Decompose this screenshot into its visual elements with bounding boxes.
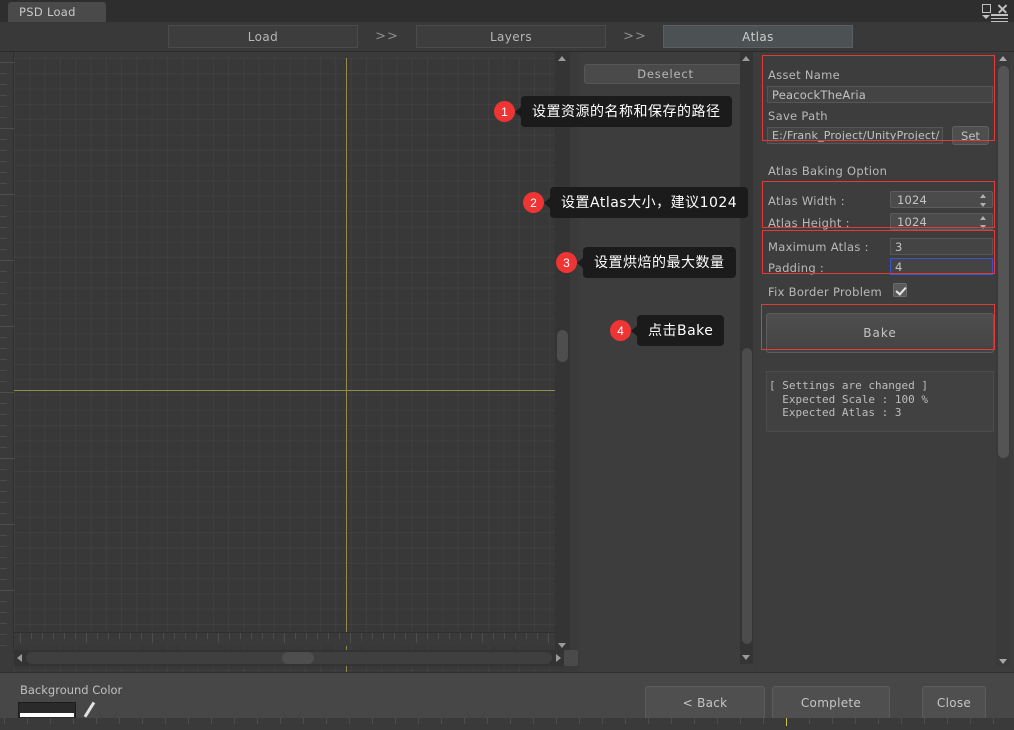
- scroll-up-icon[interactable]: [742, 56, 750, 61]
- scroll-down-icon[interactable]: [742, 655, 750, 660]
- callout-badge-4: 4: [610, 320, 631, 341]
- set-path-button[interactable]: Set: [952, 126, 989, 145]
- maximum-atlas-input[interactable]: 3: [890, 238, 993, 255]
- canvas-vertical-scrollbar[interactable]: [555, 52, 570, 652]
- callout-2: 2 设置Atlas大小，建议1024: [523, 187, 749, 218]
- scroll-up-icon[interactable]: [999, 56, 1007, 61]
- back-button[interactable]: < Back: [645, 686, 765, 719]
- canvas-hscroll-thumb[interactable]: [282, 652, 314, 664]
- fix-border-checkbox[interactable]: [893, 283, 907, 297]
- maximize-icon[interactable]: [982, 4, 991, 13]
- ruler-marker: [0, 78, 6, 87]
- scroll-left-icon[interactable]: [17, 654, 22, 662]
- status-box: [ Settings are changed ] Expected Scale …: [766, 371, 994, 432]
- step-tab-atlas-label: Atlas: [742, 29, 774, 44]
- canvas-grid[interactable]: [14, 58, 564, 706]
- scroll-down-icon[interactable]: [558, 643, 566, 648]
- callout-text-3: 设置烘焙的最大数量: [583, 247, 736, 278]
- background-color-label: Background Color: [20, 683, 123, 697]
- asset-name-input[interactable]: PeacockTheAria: [767, 86, 993, 103]
- atlas-height-stepper[interactable]: 1024: [890, 213, 993, 230]
- window-controls: [982, 3, 1008, 14]
- bottom-toolbar: Background Color < Back Complete Close: [0, 672, 1014, 730]
- close-button-label: Close: [936, 695, 972, 710]
- callout-text-4: 点击Bake: [637, 315, 725, 346]
- deselect-label: Deselect: [637, 67, 694, 81]
- bake-button-label: Bake: [863, 326, 897, 340]
- save-path-input[interactable]: E:/Frank_Project/UnityProject/: [767, 127, 943, 144]
- bake-button[interactable]: Bake: [766, 313, 994, 353]
- fix-border-label: Fix Border Problem: [768, 285, 883, 299]
- close-button[interactable]: Close: [922, 686, 986, 719]
- background-color-swatch[interactable]: [18, 702, 76, 719]
- atlas-width-stepper[interactable]: 1024: [890, 191, 993, 208]
- step-separator-1: >>: [375, 29, 399, 44]
- step-navigation: Load >> Layers >> Atlas: [0, 22, 1014, 52]
- psd-load-window: PSD Load Load >> Layers >> Atlas Deselec…: [0, 0, 1014, 730]
- status-line-1: [ Settings are changed ]: [769, 379, 928, 392]
- atlas-height-value: 1024: [897, 214, 928, 229]
- step-tab-atlas[interactable]: Atlas: [663, 25, 853, 48]
- title-bar: PSD Load: [0, 0, 1014, 23]
- status-line-2: Expected Scale : 100 %: [769, 392, 928, 406]
- eyedropper-icon[interactable]: [82, 701, 96, 719]
- asset-name-label: Asset Name: [768, 68, 841, 82]
- canvas-viewport[interactable]: [0, 52, 578, 706]
- window-tab-label: PSD Load: [19, 5, 76, 19]
- back-button-label: < Back: [682, 695, 728, 710]
- atlas-inspector-panel: Asset Name PeacockTheAria Save Path E:/F…: [757, 52, 1014, 672]
- padding-input[interactable]: 4: [890, 258, 993, 275]
- footer-ruler-marker: [786, 718, 787, 726]
- padding-label: Padding :: [768, 261, 825, 275]
- step-tab-layers[interactable]: Layers: [416, 25, 606, 48]
- callout-text-2: 设置Atlas大小，建议1024: [550, 187, 749, 218]
- layer-list-panel: Deselect: [580, 52, 755, 672]
- ruler-left: [0, 52, 14, 652]
- close-icon[interactable]: [997, 3, 1008, 14]
- step-tab-layers-label: Layers: [489, 29, 533, 44]
- scroll-up-icon[interactable]: [558, 56, 566, 61]
- scroll-right-icon[interactable]: [556, 654, 561, 662]
- stepper-arrows-icon[interactable]: [980, 194, 987, 207]
- callout-4: 4 点击Bake: [610, 315, 725, 346]
- atlas-width-value: 1024: [897, 192, 928, 207]
- status-line-3: Expected Atlas : 3: [769, 406, 902, 419]
- maximum-atlas-label: Maximum Atlas :: [768, 240, 869, 254]
- callout-text-1: 设置资源的名称和保存的路径: [521, 96, 732, 127]
- step-tab-load[interactable]: Load: [168, 25, 358, 48]
- menu-icon[interactable]: [991, 14, 1008, 23]
- deselect-button[interactable]: Deselect: [584, 64, 747, 84]
- chevron-down-icon[interactable]: [982, 15, 990, 19]
- complete-button[interactable]: Complete: [772, 686, 890, 719]
- callout-1: 1 设置资源的名称和保存的路径: [494, 96, 732, 127]
- scroll-corner: [564, 650, 578, 666]
- scroll-down-icon[interactable]: [999, 659, 1007, 664]
- midpanel-vertical-scrollbar[interactable]: [740, 52, 753, 664]
- inspector-vscroll-thumb[interactable]: [998, 66, 1009, 458]
- midpanel-vscroll-thumb[interactable]: [742, 348, 752, 644]
- guide-vertical: [346, 58, 347, 706]
- atlas-height-label: Atlas Height :: [768, 216, 850, 230]
- callout-badge-3: 3: [556, 252, 577, 273]
- stepper-arrows-icon[interactable]: [980, 216, 987, 229]
- step-separator-2: >>: [623, 29, 647, 44]
- save-path-label: Save Path: [768, 109, 828, 123]
- atlas-width-label: Atlas Width :: [768, 194, 845, 208]
- atlas-baking-option-label: Atlas Baking Option: [768, 164, 888, 178]
- step-tab-load-label: Load: [247, 29, 279, 44]
- callout-badge-2: 2: [523, 192, 544, 213]
- ruler-bottom: [14, 632, 564, 646]
- canvas-horizontal-scrollbar[interactable]: [14, 650, 564, 666]
- guide-horizontal: [14, 390, 564, 391]
- set-button-label: Set: [961, 128, 980, 143]
- callout-3: 3 设置烘焙的最大数量: [556, 247, 736, 278]
- window-tab-psd-load[interactable]: PSD Load: [8, 2, 106, 22]
- inspector-vertical-scrollbar[interactable]: [996, 54, 1010, 666]
- canvas-vscroll-thumb[interactable]: [557, 330, 568, 362]
- footer-ruler: [0, 718, 1014, 730]
- callout-badge-1: 1: [494, 101, 515, 122]
- complete-button-label: Complete: [800, 695, 862, 710]
